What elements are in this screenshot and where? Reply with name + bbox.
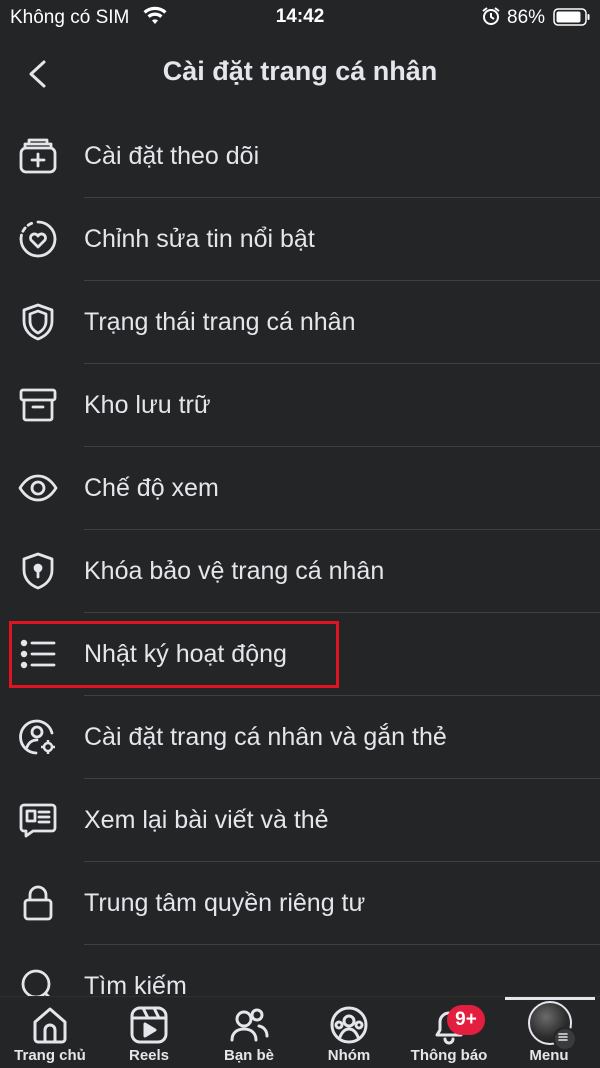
tab-label: Reels xyxy=(128,1047,170,1064)
menu-item-follow-settings[interactable]: Cài đặt theo dõi xyxy=(0,115,600,198)
shield-icon xyxy=(18,302,58,342)
lock-shield-icon xyxy=(18,551,58,591)
menu-item-label: Kho lưu trữ xyxy=(84,391,211,419)
tab-reels[interactable]: Reels xyxy=(99,997,199,1068)
menu-item-label: Chế độ xem xyxy=(84,474,219,502)
menu-item-label: Xem lại bài viết và thẻ xyxy=(84,806,329,834)
friends-icon xyxy=(229,1005,269,1050)
home-icon xyxy=(30,1005,70,1050)
menu-item-activity-log[interactable]: Nhật ký hoạt động xyxy=(0,613,600,696)
bottom-tab-bar: Trang chủ Reels Bạn bè Nhóm Thông báo Me… xyxy=(0,996,600,1068)
reels-icon xyxy=(129,1005,169,1050)
menu-item-archive[interactable]: Kho lưu trữ xyxy=(0,364,600,447)
menu-item-profile-tagging[interactable]: Cài đặt trang cá nhân và gắn thẻ xyxy=(0,696,600,779)
menu-item-profile-lock[interactable]: Khóa bảo vệ trang cá nhân xyxy=(0,530,600,613)
menu-item-edit-highlights[interactable]: Chỉnh sửa tin nổi bật xyxy=(0,198,600,281)
menu-lines-icon xyxy=(553,1027,577,1051)
settings-list: Cài đặt theo dõi Chỉnh sửa tin nổi bật T… xyxy=(0,115,600,1028)
tab-label: Nhóm xyxy=(327,1047,371,1064)
menu-item-label: Trạng thái trang cá nhân xyxy=(84,308,356,336)
battery-percent: 86% xyxy=(507,7,546,28)
story-highlight-icon xyxy=(18,219,58,259)
page-title: Cài đặt trang cá nhân xyxy=(162,56,438,86)
menu-item-label: Nhật ký hoạt động xyxy=(84,640,287,668)
tab-label: Thông báo xyxy=(410,1047,488,1064)
list-icon xyxy=(18,634,58,674)
menu-item-label: Trung tâm quyền riêng tư xyxy=(84,889,366,917)
follow-settings-icon xyxy=(18,136,58,176)
menu-item-review-posts[interactable]: Xem lại bài viết và thẻ xyxy=(0,779,600,862)
menu-item-label: Cài đặt theo dõi xyxy=(84,142,260,170)
menu-item-label: Chỉnh sửa tin nổi bật xyxy=(84,225,315,253)
tab-label: Menu xyxy=(529,1047,569,1064)
review-posts-icon xyxy=(18,800,58,840)
menu-item-privacy-center[interactable]: Trung tâm quyền riêng tư xyxy=(0,862,600,945)
menu-item-view-as[interactable]: Chế độ xem xyxy=(0,447,600,530)
menu-item-label: Cài đặt trang cá nhân và gắn thẻ xyxy=(84,723,447,751)
status-bar: Không có SIM 14:42 86% xyxy=(0,0,600,34)
tab-notifications[interactable]: Thông báo xyxy=(399,997,499,1068)
menu-item-profile-status[interactable]: Trạng thái trang cá nhân xyxy=(0,281,600,364)
archive-icon xyxy=(18,385,58,425)
tab-label: Bạn bè xyxy=(223,1047,274,1064)
active-tab-indicator xyxy=(505,997,595,1000)
eye-icon xyxy=(18,468,58,508)
tab-friends[interactable]: Bạn bè xyxy=(199,997,299,1068)
battery-icon xyxy=(553,8,591,31)
tab-groups[interactable]: Nhóm xyxy=(299,997,399,1068)
profile-gear-icon xyxy=(18,717,58,757)
groups-icon xyxy=(329,1005,369,1050)
page-header: Cài đặt trang cá nhân xyxy=(0,34,600,114)
tab-home[interactable]: Trang chủ xyxy=(0,997,100,1068)
notification-badge: 9+ xyxy=(447,1005,485,1035)
alarm-icon xyxy=(481,6,501,31)
menu-item-label: Khóa bảo vệ trang cá nhân xyxy=(84,557,385,585)
tab-label: Trang chủ xyxy=(14,1047,86,1064)
padlock-icon xyxy=(18,883,58,923)
